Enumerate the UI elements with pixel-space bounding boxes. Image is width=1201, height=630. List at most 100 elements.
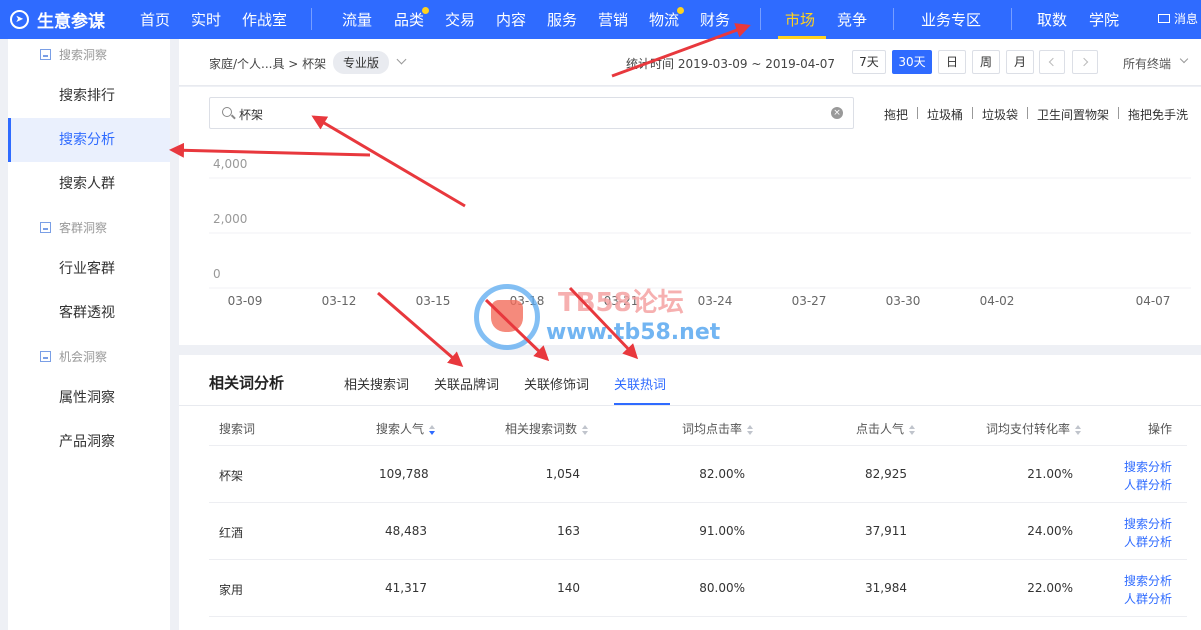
sort-icon[interactable] <box>909 424 916 435</box>
sidebar-item-attribute-insight[interactable]: 属性洞察 <box>8 376 170 420</box>
related-word-mop[interactable]: 拖把 <box>884 106 908 123</box>
sidebar-item-customer-perspective[interactable]: 客群透视 <box>8 291 170 335</box>
column-header-term: 搜索词 <box>219 422 256 436</box>
sidebar: 搜索洞察 搜索排行 搜索分析 搜索人群 客群洞察 行业客群 客群透视 机会洞察 … <box>8 39 170 630</box>
column-header-ctr[interactable]: 词均点击率 <box>682 420 754 437</box>
chevron-right-icon <box>1079 57 1089 67</box>
x-tick-label: 04-07 <box>1136 294 1171 308</box>
sidebar-item-search-crowd[interactable]: 搜索人群 <box>8 162 170 206</box>
sidebar-item-search-analysis[interactable]: 搜索分析 <box>8 118 170 162</box>
clear-icon[interactable]: × <box>831 107 843 119</box>
search-analysis-link[interactable]: 搜索分析 <box>1124 515 1172 532</box>
nav-item-content[interactable]: 内容 <box>496 9 526 30</box>
sort-icon[interactable] <box>582 424 589 435</box>
sidebar-group-search-insight: 搜索洞察 <box>40 46 107 63</box>
trend-panel: × 拖把 垃圾桶 垃圾袋 卫生间置物架 拖把免手洗 4,000 2,000 0 03-… <box>179 87 1201 345</box>
x-tick-label: 03-09 <box>228 294 263 308</box>
nav-item-realtime[interactable]: 实时 <box>191 9 221 30</box>
column-header-popularity[interactable]: 搜索人气 <box>376 420 436 437</box>
range-7d-button[interactable]: 7天 <box>852 50 886 74</box>
sort-icon[interactable] <box>1075 424 1082 435</box>
cell-related-count: 1,054 <box>545 467 580 481</box>
cell-term: 红酒 <box>219 526 244 540</box>
nav-item-trade[interactable]: 交易 <box>445 9 475 30</box>
tab-brand-words[interactable]: 关联品牌词 <box>434 374 499 393</box>
tab-modifier-words[interactable]: 关联修饰词 <box>524 374 589 393</box>
new-dot-icon <box>677 7 685 14</box>
trend-chart: 4,000 2,000 0 03-09 03-12 03-15 03-18 03-21 03-2… <box>209 157 1191 308</box>
y-tick-label: 2,000 <box>213 212 247 226</box>
crowd-analysis-link[interactable]: 人群分析 <box>1124 476 1172 493</box>
related-word-trash-bag[interactable]: 垃圾袋 <box>982 106 1018 123</box>
stat-time: 统计时间 2019-03-09 ~ 2019-04-07 <box>626 57 835 71</box>
related-separator <box>917 107 918 119</box>
message-label: 消息 <box>1174 12 1199 26</box>
nav-item-marketing[interactable]: 营销 <box>598 9 628 30</box>
x-tick-label: 03-21 <box>604 294 639 308</box>
crowd-analysis-link[interactable]: 人群分析 <box>1124 533 1172 550</box>
sidebar-group-label: 机会洞察 <box>59 350 108 364</box>
sidebar-group-customer-insight: 客群洞察 <box>40 219 107 236</box>
nav-item-traffic[interactable]: 流量 <box>342 9 372 30</box>
cell-ctr: 82.00% <box>699 467 745 481</box>
range-30d-button[interactable]: 30天 <box>892 50 932 74</box>
tab-related-search-words[interactable]: 相关搜索词 <box>344 374 409 393</box>
x-tick-label: 03-27 <box>792 294 827 308</box>
nav-item-home[interactable]: 首页 <box>140 9 170 30</box>
nav-separator <box>760 8 761 30</box>
chevron-down-icon[interactable] <box>1179 54 1189 64</box>
row-divider <box>209 445 1187 446</box>
logo[interactable]: ➤ 生意参谋 <box>10 7 105 32</box>
next-period-button[interactable] <box>1072 50 1098 74</box>
related-word-trash-can[interactable]: 垃圾桶 <box>927 106 963 123</box>
terminal-select[interactable]: 所有终端 <box>1123 55 1171 72</box>
nav-item-market[interactable]: 市场 <box>785 9 815 30</box>
column-header-cvr[interactable]: 词均支付转化率 <box>986 420 1082 437</box>
cell-cvr: 24.00% <box>1027 524 1073 538</box>
range-month-button[interactable]: 月 <box>1006 50 1034 74</box>
range-week-button[interactable]: 周 <box>972 50 1000 74</box>
prev-period-button[interactable] <box>1039 50 1065 74</box>
nav-item-business-zone[interactable]: 业务专区 <box>921 9 981 30</box>
sidebar-item-product-insight[interactable]: 产品洞察 <box>8 420 170 464</box>
sort-icon[interactable] <box>747 424 754 435</box>
tab-hot-words[interactable]: 关联热词 <box>614 374 666 393</box>
message-button[interactable]: 消息 <box>1158 10 1198 27</box>
x-tick-label: 03-24 <box>698 294 733 308</box>
nav-item-category[interactable]: 品类 <box>394 7 430 30</box>
x-tick-label: 03-18 <box>510 294 545 308</box>
new-dot-icon <box>422 7 430 14</box>
range-day-button[interactable]: 日 <box>938 50 966 74</box>
nav-item-logistics[interactable]: 物流 <box>649 7 685 30</box>
cell-click-popularity: 82,925 <box>865 467 907 481</box>
edition-badge[interactable]: 专业版 <box>333 51 390 74</box>
related-word-bathroom-rack[interactable]: 卫生间置物架 <box>1037 106 1109 123</box>
column-header-click-popularity[interactable]: 点击人气 <box>856 420 916 437</box>
nav-item-fetch-data[interactable]: 取数 <box>1037 9 1067 30</box>
column-header-related-count[interactable]: 相关搜索词数 <box>505 420 589 437</box>
cell-ctr: 80.00% <box>699 581 745 595</box>
search-input[interactable] <box>239 104 819 124</box>
nav-item-service[interactable]: 服务 <box>547 9 577 30</box>
nav-item-academy[interactable]: 学院 <box>1089 9 1119 30</box>
breadcrumb[interactable]: 家庭/个人...具 > 杯架 <box>209 55 326 72</box>
related-word-handsfree-mop[interactable]: 拖把免手洗 <box>1128 106 1188 123</box>
nav-item-finance[interactable]: 财务 <box>700 9 730 30</box>
related-separator <box>972 107 973 119</box>
x-tick-label: 03-30 <box>886 294 921 308</box>
nav-item-competition[interactable]: 竞争 <box>837 9 867 30</box>
crowd-analysis-link[interactable]: 人群分析 <box>1124 590 1172 607</box>
sidebar-item-search-ranking[interactable]: 搜索排行 <box>8 74 170 118</box>
search-box[interactable]: × <box>209 97 854 129</box>
cell-popularity: 41,317 <box>385 581 427 595</box>
sort-icon[interactable] <box>429 424 436 435</box>
cell-popularity: 109,788 <box>379 467 429 481</box>
sidebar-item-industry-customers[interactable]: 行业客群 <box>8 247 170 291</box>
row-divider <box>209 502 1187 503</box>
chevron-down-icon[interactable] <box>396 54 407 65</box>
search-analysis-link[interactable]: 搜索分析 <box>1124 572 1172 589</box>
nav-item-warroom[interactable]: 作战室 <box>242 9 287 30</box>
search-analysis-link[interactable]: 搜索分析 <box>1124 458 1172 475</box>
envelope-icon <box>1158 14 1170 23</box>
related-word-panel: 相关词分析 相关搜索词 关联品牌词 关联修饰词 关联热词 搜索词 搜索人气 相关… <box>179 355 1201 630</box>
